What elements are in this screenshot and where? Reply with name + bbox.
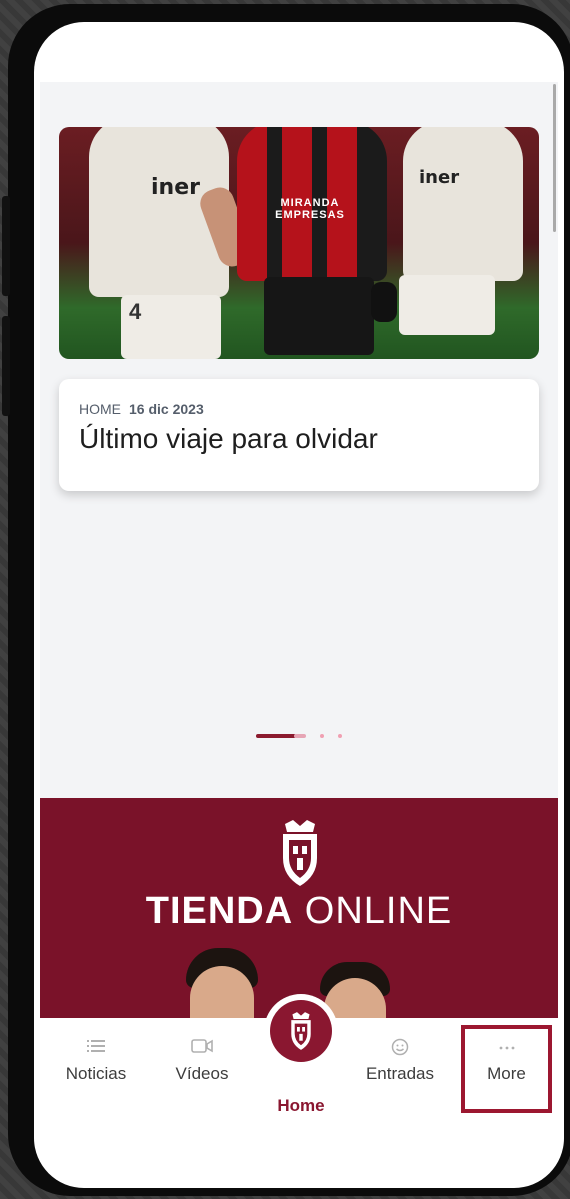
more-tab-highlight-box <box>461 1025 552 1113</box>
club-crest-icon <box>291 1012 311 1050</box>
player-right-shirt <box>403 127 523 281</box>
news-card-category: HOME <box>79 401 121 417</box>
online-store-banner[interactable]: TIENDA ONLINE <box>40 798 558 1018</box>
player-right-shorts <box>399 275 495 335</box>
tab-videos[interactable]: Vídeos <box>156 1018 248 1110</box>
volume-up-button <box>2 196 10 296</box>
sponsor-left: iner <box>151 175 200 200</box>
banner-title-thin: ONLINE <box>304 890 453 932</box>
carousel-dot-active-tail <box>294 734 306 738</box>
list-icon <box>85 1038 107 1056</box>
tab-home-label: Home <box>277 1096 325 1115</box>
tab-videos-label: Vídeos <box>175 1064 229 1083</box>
home-scroll-content[interactable]: iner 4 MIRANDA EMPRESAS iner HOME 16 dic … <box>40 82 558 1018</box>
player-left-number: 4 <box>129 299 142 324</box>
news-card[interactable]: HOME 16 dic 2023 Último viaje para olvida… <box>59 379 539 491</box>
tab-entradas-label: Entradas <box>365 1064 435 1083</box>
banner-title-bold: TIENDA <box>145 890 294 932</box>
tab-noticias-label: Noticias <box>65 1064 127 1083</box>
news-card-date: 16 dic 2023 <box>129 401 204 417</box>
news-card-meta: HOME 16 dic 2023 <box>79 401 519 417</box>
player-mid-shorts <box>264 277 374 355</box>
club-crest-icon <box>283 820 317 886</box>
app-screen: iner 4 MIRANDA EMPRESAS iner HOME 16 dic … <box>34 22 564 1188</box>
tab-entradas[interactable]: Entradas <box>352 1018 448 1110</box>
tab-noticias[interactable]: Noticias <box>50 1018 142 1110</box>
carousel-dot[interactable] <box>338 734 342 738</box>
player-mid-glove <box>371 282 397 322</box>
banner-title: TIENDA ONLINE <box>40 890 558 933</box>
home-button[interactable] <box>270 1000 332 1062</box>
news-card-title: Último viaje para olvidar <box>79 423 378 454</box>
smiley-icon <box>389 1038 411 1056</box>
carousel-dot[interactable] <box>320 734 324 738</box>
bottom-tab-bar: Noticias Vídeos Home Entradas More <box>40 994 558 1115</box>
news-hero-image[interactable]: iner 4 MIRANDA EMPRESAS iner <box>59 127 539 359</box>
sponsor-mid-text: MIRANDA EMPRESAS <box>275 197 345 221</box>
volume-down-button <box>2 316 10 416</box>
scrollbar[interactable] <box>553 84 556 232</box>
sponsor-mid: MIRANDA EMPRESAS <box>255 197 365 221</box>
sponsor-right: iner <box>419 167 460 188</box>
carousel-indicator[interactable] <box>256 733 356 739</box>
home-button-bubble[interactable] <box>264 994 338 1068</box>
video-icon <box>191 1038 213 1056</box>
carousel-dot-active[interactable] <box>256 734 296 738</box>
